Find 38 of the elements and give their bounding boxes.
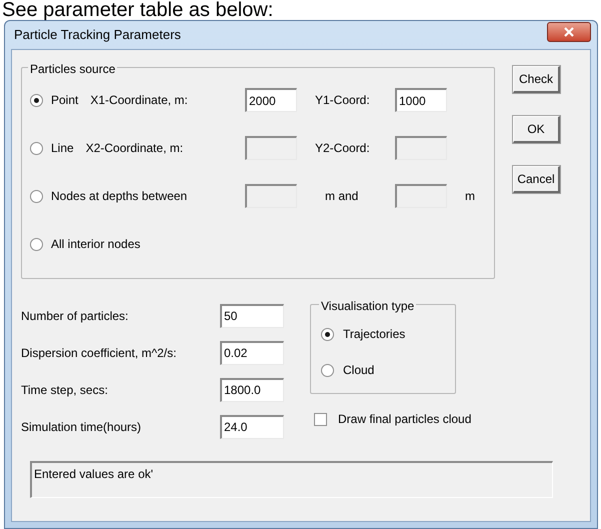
close-icon — [564, 27, 574, 37]
text-field[interactable]: 1800.0 — [220, 378, 284, 402]
radio-button[interactable] — [321, 364, 334, 376]
dialog-button[interactable]: Check — [513, 66, 560, 93]
radio-button[interactable] — [30, 238, 43, 250]
text-field[interactable]: 50 — [220, 304, 284, 328]
close-button[interactable] — [547, 22, 591, 42]
checkbox[interactable] — [314, 412, 327, 426]
field-label: X2-Coordinate, m: — [86, 140, 184, 157]
status-message: Entered values are ok' — [30, 461, 553, 498]
radio-button[interactable] — [321, 328, 334, 340]
dialog-button[interactable]: Cancel — [513, 166, 560, 193]
radio-button[interactable] — [30, 142, 43, 154]
caption: See parameter table as below: — [1, 0, 274, 20]
field-label: Y2-Coord: — [315, 141, 370, 155]
option-label: Cloud — [343, 362, 374, 379]
text-field[interactable]: 1000 — [395, 88, 447, 112]
parameter-label: Time step, secs: — [21, 382, 108, 398]
checkbox-label: Draw final particles cloud — [338, 411, 472, 428]
option-label: Point — [51, 92, 78, 109]
option-label: Line — [51, 140, 74, 157]
field-label: Y1-Coord: — [315, 93, 370, 107]
field-label: X1-Coordinate, m: — [90, 92, 188, 109]
text-field[interactable]: 24.0 — [220, 414, 284, 438]
dialog-button[interactable]: OK — [513, 116, 560, 143]
text-field[interactable]: 0.02 — [220, 340, 284, 364]
parameter-label: Number of particles: — [21, 308, 128, 324]
parameter-label: Dispersion coefficient, m^2/s: — [21, 344, 176, 362]
unit-label: m — [465, 189, 475, 203]
option-label: Nodes at depths between — [51, 188, 188, 205]
field-label: m and — [325, 189, 358, 203]
parameter-label: Simulation time(hours) — [21, 418, 142, 436]
window-title: Particle Tracking Parameters — [14, 26, 181, 44]
text-field[interactable]: 2000 — [245, 88, 297, 112]
option-label: All interior nodes — [51, 236, 140, 253]
option-label: Trajectories — [343, 326, 406, 343]
radio-button[interactable] — [30, 190, 43, 202]
radio-button[interactable] — [30, 94, 43, 106]
